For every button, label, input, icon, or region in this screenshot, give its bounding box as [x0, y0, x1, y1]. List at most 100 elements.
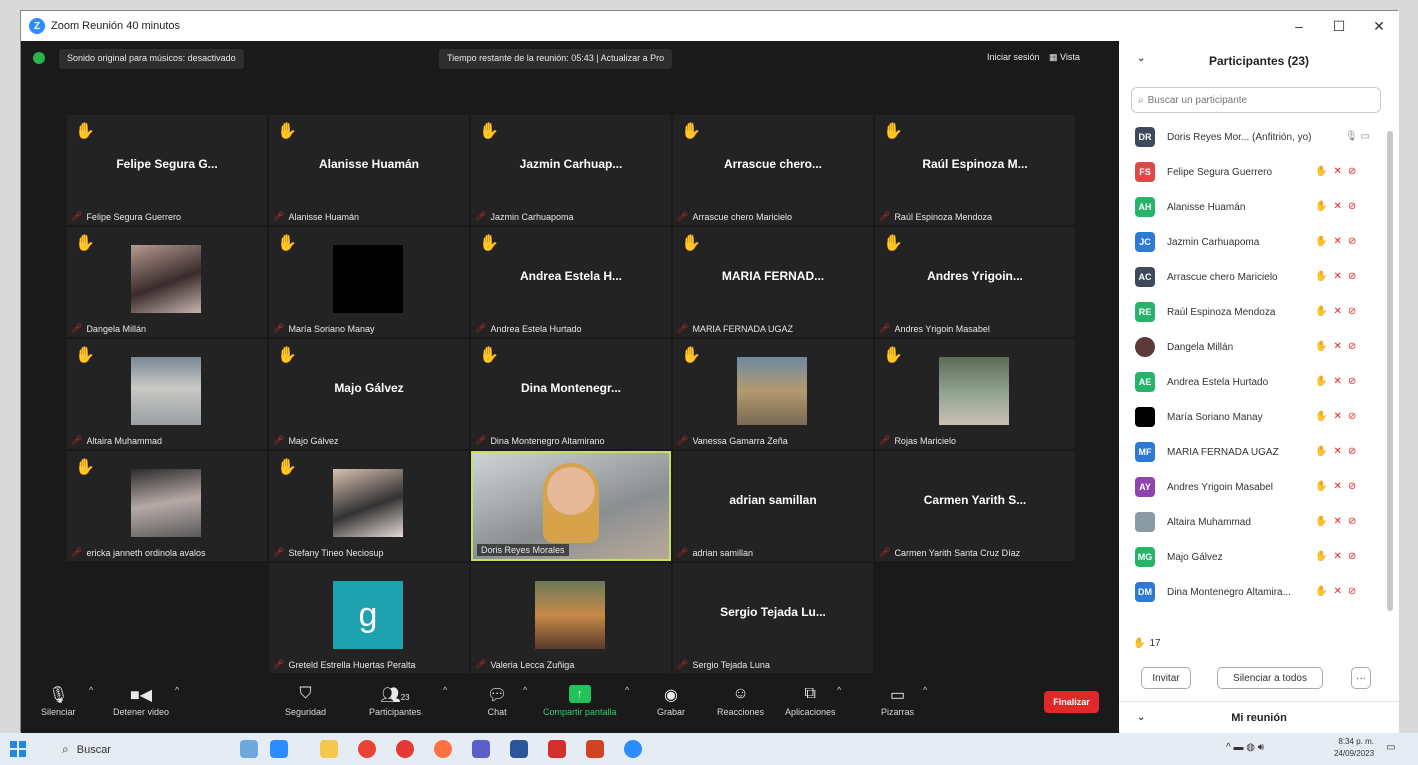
security-button[interactable]: ⛉ Seguridad — [285, 685, 326, 717]
participant-row[interactable]: Dangela Millán ✋ ✕ ⊘ — [1119, 331, 1385, 365]
signin-link[interactable]: Iniciar sesión — [987, 52, 1040, 62]
record-button[interactable]: ◉ Grabar — [657, 685, 685, 717]
participant-row[interactable]: RE Raúl Espinoza Mendoza ✋ ✕ ⊘ — [1119, 296, 1385, 330]
chat-button[interactable]: 💬︎ Chat ^ — [487, 685, 527, 717]
participants-button[interactable]: 👥︎23 Participantes ^ — [369, 685, 447, 717]
video-tile[interactable]: ✋ 🎤︎ Rojas Maricielo — [875, 339, 1075, 449]
apps-button[interactable]: ⧉ Aplicaciones ^ — [785, 685, 841, 717]
mute-button[interactable]: 🎙︎ Silenciar ^ — [41, 685, 93, 717]
video-tile[interactable]: ✋ Arrascue chero... 🎤︎ Arrascue chero Mar… — [673, 115, 873, 225]
participant-row[interactable]: DM Dina Montenegro Altamira... ✋ ✕ ⊘ — [1119, 576, 1385, 610]
apps-options-caret-icon[interactable]: ^ — [837, 685, 841, 695]
participant-row[interactable]: MG Majo Gálvez ✋ ✕ ⊘ — [1119, 541, 1385, 575]
video-tile[interactable]: ✋ 🎤︎ Vanessa Gamarra Zeña — [673, 339, 873, 449]
stop-video-button[interactable]: ■◀ Detener video ^ — [113, 685, 179, 717]
participant-row[interactable]: Altaira Muhammad ✋ ✕ ⊘ — [1119, 506, 1385, 540]
video-tile[interactable]: ✋ Andres Yrigoin... 🎤︎ Andres Yrigoin Mas… — [875, 227, 1075, 337]
video-tile[interactable]: 🎤︎ Valeria Lecca Zuñiga — [471, 563, 671, 673]
raised-hand-icon: ✋ — [1315, 411, 1328, 422]
video-tile[interactable]: ✋ 🎤︎ María Soriano Manay — [269, 227, 469, 337]
video-tile[interactable]: ✋ 🎤︎ Altaira Muhammad — [67, 339, 267, 449]
participants-options-caret-icon[interactable]: ^ — [443, 685, 447, 695]
participant-search-input[interactable] — [1147, 94, 1368, 106]
muted-mic-icon: ✕ — [1333, 306, 1342, 317]
video-tile[interactable]: ✋ 🎤︎ ericka janneth ordinola avalos — [67, 451, 267, 561]
video-tile[interactable]: adrian samillan 🎤︎ adrian samillan — [673, 451, 873, 561]
more-options-button[interactable]: ··· — [1351, 667, 1371, 689]
share-options-caret-icon[interactable]: ^ — [625, 685, 629, 695]
profile-photo — [131, 245, 201, 313]
video-tile[interactable]: ✋ MARIA FERNAD... 🎤︎ MARIA FERNADA UGAZ — [673, 227, 873, 337]
pdf-reader-icon[interactable] — [548, 740, 566, 758]
participant-row[interactable]: María Soriano Manay ✋ ✕ ⊘ — [1119, 401, 1385, 435]
firefox-icon[interactable] — [434, 740, 452, 758]
system-clock[interactable]: 8:34 p. m. 24/09/2023 — [1334, 736, 1374, 760]
whiteboards-button[interactable]: ▭ Pizarras ^ — [881, 685, 927, 717]
minimize-button[interactable]: – — [1279, 11, 1319, 41]
participant-list-scrollbar[interactable] — [1387, 131, 1393, 611]
profile-photo — [333, 245, 403, 313]
maximize-button[interactable]: ☐ — [1319, 11, 1359, 41]
app-icon[interactable] — [396, 740, 414, 758]
participant-row[interactable]: AC Arrascue chero Maricielo ✋ ✕ ⊘ — [1119, 261, 1385, 295]
teams-icon[interactable] — [472, 740, 490, 758]
video-tile[interactable]: Carmen Yarith S... 🎤︎ Carmen Yarith Santa… — [875, 451, 1075, 561]
video-tile[interactable]: ✋ Raúl Espinoza M... 🎤︎ Raúl Espinoza Men… — [875, 115, 1075, 225]
profile-photo — [939, 357, 1009, 425]
windows-start-icon[interactable] — [10, 741, 26, 757]
invite-button[interactable]: Invitar — [1141, 667, 1191, 689]
chrome-icon[interactable] — [358, 740, 376, 758]
participant-row[interactable]: AY Andres Yrigoin Masabel ✋ ✕ ⊘ — [1119, 471, 1385, 505]
powerpoint-icon[interactable] — [586, 740, 604, 758]
view-button[interactable]: ▦ Vista — [1049, 52, 1080, 63]
tile-name-label: 🎤︎ Stefany Tineo Neciosup — [273, 547, 384, 558]
close-button[interactable]: ✕ — [1359, 11, 1399, 41]
meeting-timer-pill[interactable]: Tiempo restante de la reunión: 05:43 | A… — [439, 49, 673, 69]
taskbar-search[interactable]: ⌕ Buscar — [62, 742, 111, 757]
zoom-taskbar-icon[interactable] — [624, 740, 642, 758]
reactions-button[interactable]: ☺ Reacciones — [717, 685, 764, 717]
participant-row[interactable]: MF MARIA FERNADA UGAZ ✋ ✕ ⊘ — [1119, 436, 1385, 470]
mute-all-button[interactable]: Silenciar a todos — [1217, 667, 1323, 689]
video-tile[interactable]: ✋ 🎤︎ Stefany Tineo Neciosup — [269, 451, 469, 561]
widget-app-icon[interactable] — [240, 740, 258, 758]
video-tile[interactable]: ✋ Dina Montenegr... 🎤︎ Dina Montenegro Al… — [471, 339, 671, 449]
video-tile[interactable]: Sergio Tejada Lu... 🎤︎ Sergio Tejada Luna — [673, 563, 873, 673]
original-sound-pill[interactable]: Sonido original para músicos: desactivad… — [59, 49, 244, 69]
file-explorer-icon[interactable] — [320, 740, 338, 758]
tray-icons[interactable]: ^ ▬ ◍ 🔊︎ — [1226, 742, 1264, 753]
avatar — [1135, 337, 1155, 357]
video-tile[interactable]: ✋ Felipe Segura G... 🎤︎ Felipe Segura Gue… — [67, 115, 267, 225]
video-tile[interactable]: ✋ Alanisse Huamán 🎤︎ Alanisse Huamán — [269, 115, 469, 225]
mute-options-caret-icon[interactable]: ^ — [89, 685, 93, 695]
raised-hand-icon: ✋ — [883, 347, 903, 364]
my-meeting-section[interactable]: ⌄ Mi reunión — [1119, 701, 1399, 733]
raised-hand-icon: ✋ — [681, 235, 701, 252]
encryption-shield-icon[interactable] — [33, 52, 45, 64]
people-app-icon[interactable] — [270, 740, 288, 758]
video-tile[interactable]: ✋ 🎤︎ Dangela Millán — [67, 227, 267, 337]
participant-row[interactable]: AH Alanisse Huamán ✋ ✕ ⊘ — [1119, 191, 1385, 225]
chat-options-caret-icon[interactable]: ^ — [523, 685, 527, 695]
raised-hand-icon: ✋ — [277, 123, 297, 140]
share-screen-button[interactable]: ↑ Compartir pantalla ^ — [543, 685, 629, 717]
word-icon[interactable] — [510, 740, 528, 758]
whiteboard-options-caret-icon[interactable]: ^ — [923, 685, 927, 695]
participant-search[interactable]: ⌕ — [1131, 87, 1381, 113]
muted-mic-icon: 🎤︎ — [879, 435, 891, 445]
participant-row[interactable]: AE Andrea Estela Hurtado ✋ ✕ ⊘ — [1119, 366, 1385, 400]
notifications-icon[interactable]: ▭ — [1386, 742, 1395, 753]
participant-row[interactable]: DR Doris Reyes Mor... (Anfitrión, yo) 🎙︎… — [1119, 121, 1385, 155]
video-tile[interactable]: g 🎤︎ Greteld Estrella Huertas Peralta — [269, 563, 469, 673]
end-meeting-button[interactable]: Finalizar — [1044, 691, 1099, 713]
video-tile[interactable]: ✋ Majo Gálvez 🎤︎ Majo Gálvez — [269, 339, 469, 449]
collapse-chevron-icon[interactable]: ⌄ — [1137, 53, 1145, 64]
video-tile[interactable]: ✋ Jazmin Carhuap... 🎤︎ Jazmin Carhuapoma — [471, 115, 671, 225]
active-speaker-tile[interactable]: Doris Reyes Morales — [471, 451, 671, 561]
video-tile[interactable]: ✋ Andrea Estela H... 🎤︎ Andrea Estela Hur… — [471, 227, 671, 337]
participant-row[interactable]: FS Felipe Segura Guerrero ✋ ✕ ⊘ — [1119, 156, 1385, 190]
muted-mic-icon: ✕ — [1333, 166, 1342, 177]
video-options-caret-icon[interactable]: ^ — [175, 685, 179, 695]
participant-row[interactable]: JC Jazmin Carhuapoma ✋ ✕ ⊘ — [1119, 226, 1385, 260]
muted-mic-icon: 🎤︎ — [71, 547, 83, 557]
